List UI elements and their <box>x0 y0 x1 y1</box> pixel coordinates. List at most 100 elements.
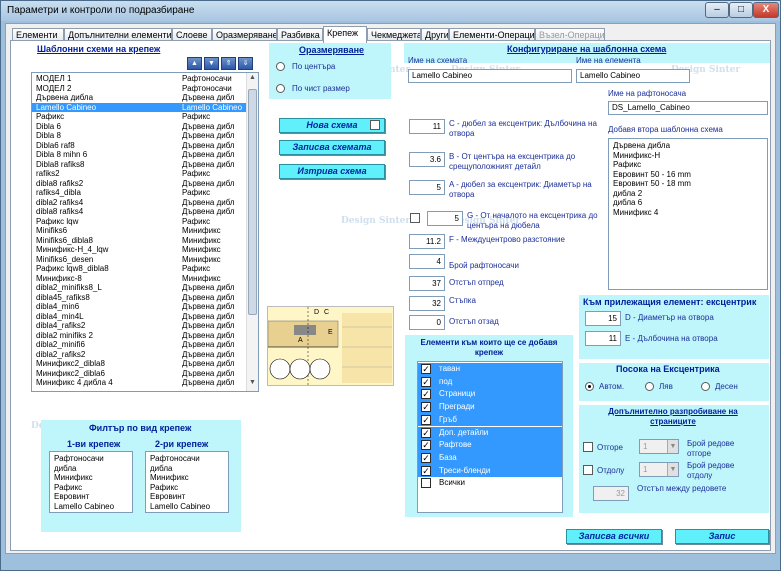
scheme-row[interactable]: Рафикс Рафикс <box>32 112 246 122</box>
move-down-icon[interactable]: ▼ <box>204 57 219 70</box>
scheme-row[interactable]: Lamello Cabineo Lamello Cabineo <box>32 102 246 112</box>
new-scheme-checkbox[interactable] <box>370 120 380 130</box>
scheme-row[interactable]: Dibla6 raf8 Дървена дибл <box>32 141 246 151</box>
scheme-row[interactable]: Минификс-8 Минификс <box>32 274 246 284</box>
scheme-row[interactable]: dibla2 rafiks4 Дървена дибл <box>32 198 246 208</box>
element-option[interactable]: ✓ Доп. детайли <box>418 426 562 440</box>
write-button[interactable]: Запис <box>675 529 769 544</box>
scheme-row[interactable]: dibla2_rafiks2 Дървена дибл <box>32 350 246 360</box>
second-scheme-item[interactable]: Рафикс <box>609 160 767 170</box>
element-checkbox[interactable]: ✓ <box>421 452 431 463</box>
element-option[interactable]: ✓ под <box>418 375 562 389</box>
scheme-row[interactable]: Минификс 4 дибла 4 Дървена дибл <box>32 378 246 388</box>
list-scrollbar[interactable]: ▲ ▼ <box>246 73 258 391</box>
scheme-row[interactable]: Minifiks6 Минификс <box>32 226 246 236</box>
eccentric-e-input[interactable]: 11 <box>585 331 621 346</box>
element-option[interactable]: ✓ Гръб <box>418 413 562 427</box>
filter-list-1[interactable]: Рафтоносачи дибла Минификс Рафикс Евровинт La… <box>49 451 133 513</box>
filter-item[interactable]: Рафтоносачи <box>146 454 228 464</box>
shelf-name-input[interactable]: DS_Lamello_Cabineo <box>608 101 768 115</box>
extra-bottom-checkbox[interactable] <box>583 465 593 475</box>
scheme-row[interactable]: Минификс2_dibla6 Дървена дибл <box>32 369 246 379</box>
front-offset-input[interactable]: 37 <box>409 276 445 291</box>
scheme-row[interactable]: МОДЕЛ 2 Рафтоносачи <box>32 84 246 94</box>
second-scheme-list[interactable]: Дървена дибла Минификс-Н Рафикс Евровинт 50… <box>608 138 768 290</box>
scheme-name-input[interactable]: Lamello Cabineo <box>408 69 572 83</box>
minimize-button[interactable]: – <box>705 2 729 18</box>
scheme-row[interactable]: Минификс2_dibla8 Дървена дибл <box>32 359 246 369</box>
filter-item[interactable]: Евровинт <box>146 492 228 502</box>
param-f-input[interactable]: 11.2 <box>409 234 445 249</box>
scheme-row[interactable]: Minifiks6_dibla8 Минификс <box>32 236 246 246</box>
direction-right-radio[interactable] <box>701 382 710 391</box>
move-top-icon[interactable]: ⇑ <box>221 57 236 70</box>
scroll-thumb[interactable] <box>248 89 257 315</box>
element-checkbox[interactable]: ✓ <box>421 414 431 425</box>
schemes-list[interactable]: МОДЕЛ 1 Рафтоносачи МОДЕЛ 2 Рафтоносачи Дърв… <box>31 72 259 392</box>
scheme-row[interactable]: dibla8 rafiks4 Дървена дибл <box>32 207 246 217</box>
scheme-row[interactable]: rafiks2 Рафикс <box>32 169 246 179</box>
filter-item[interactable]: Рафикс <box>50 483 132 493</box>
scheme-row[interactable]: dibla2_minifi6 Дървена дибл <box>32 340 246 350</box>
direction-left-radio[interactable] <box>645 382 654 391</box>
second-scheme-item[interactable]: Минификс-Н <box>609 151 767 161</box>
filter-item[interactable]: Минификс <box>146 473 228 483</box>
scheme-row[interactable]: Dibla 6 Дървена дибл <box>32 122 246 132</box>
param-c-input[interactable]: 11 <box>409 119 445 134</box>
maximize-button[interactable]: □ <box>729 2 753 18</box>
second-scheme-item[interactable]: Евровинт 50 - 16 mm <box>609 170 767 180</box>
save-all-button[interactable]: Записва всички <box>566 529 662 544</box>
element-option[interactable]: ✓ Рафтове <box>418 439 562 452</box>
scheme-row[interactable]: Дървена дибла Дървена дибл <box>32 93 246 103</box>
scheme-row[interactable]: Рафикс lqw Рафикс <box>32 217 246 227</box>
element-option[interactable]: ✓ Треси-бленди <box>418 464 562 478</box>
param-g-input[interactable]: 5 <box>427 211 463 226</box>
element-option[interactable]: ✓ таван <box>418 363 562 376</box>
elements-list[interactable]: ✓ таван ✓ под ✓ Страници ✓ Прегради ✓ Гръб ✓ Доп. д… <box>417 361 563 513</box>
save-scheme-button[interactable]: Записва схемата <box>279 140 385 155</box>
scheme-row[interactable]: Dibla8 rafiks8 Дървена дибл <box>32 160 246 170</box>
scheme-row[interactable]: dibla4_min6 Дървена дибл <box>32 302 246 312</box>
scheme-row[interactable]: Minifiks6_desen Минификс <box>32 255 246 265</box>
element-option[interactable]: ✓ База <box>418 451 562 465</box>
filter-item[interactable]: Lamello Cabineo <box>146 502 228 512</box>
filter-item[interactable]: Минификс <box>50 473 132 483</box>
scheme-row[interactable]: МОДЕЛ 1 Рафтоносачи <box>32 74 246 84</box>
second-scheme-item[interactable]: дибла 2 <box>609 189 767 199</box>
extra-top-checkbox[interactable] <box>583 442 593 452</box>
direction-auto-radio[interactable] <box>585 382 594 391</box>
filter-item[interactable]: Lamello Cabineo <box>50 502 132 512</box>
second-scheme-item[interactable]: Дървена дибла <box>609 141 767 151</box>
scheme-row[interactable]: dibla8 rafiks2 Дървена дибл <box>32 179 246 189</box>
scheme-row[interactable]: dibla2_minifiks8_L Дървена дибл <box>32 283 246 293</box>
element-checkbox[interactable]: ✓ <box>421 440 431 451</box>
param-g-checkbox[interactable] <box>410 213 420 223</box>
element-checkbox[interactable]: ✓ <box>421 389 431 400</box>
eccentric-d-input[interactable]: 15 <box>585 311 621 326</box>
scheme-row[interactable]: dibla45_rafiks8 Дървена дибл <box>32 293 246 303</box>
element-checkbox[interactable]: ✓ <box>421 402 431 413</box>
element-option[interactable]: ✓ Страници <box>418 388 562 402</box>
move-up-icon[interactable]: ▲ <box>187 57 202 70</box>
scheme-row[interactable]: Dibla 8 Дървена дибл <box>32 131 246 141</box>
filter-item[interactable]: Рафикс <box>146 483 228 493</box>
delete-scheme-button[interactable]: Изтрива схема <box>279 164 385 179</box>
param-a-input[interactable]: 5 <box>409 180 445 195</box>
element-checkbox[interactable]: ✓ <box>421 364 431 374</box>
element-checkbox[interactable]: ✓ <box>421 427 431 438</box>
second-scheme-item[interactable]: Минификс 4 <box>609 208 767 218</box>
sizing-center-radio[interactable] <box>276 62 285 71</box>
scroll-up-icon[interactable]: ▲ <box>248 74 257 84</box>
second-scheme-item[interactable]: Евровинт 50 - 18 mm <box>609 179 767 189</box>
element-name-input[interactable]: Lamello Cabineo <box>576 69 690 83</box>
scheme-row[interactable]: Dibla 8 mihn 6 Дървена дибл <box>32 150 246 160</box>
scheme-row[interactable]: dibla2 minifiks 2 Дървена дибл <box>32 331 246 341</box>
element-checkbox[interactable]: ✓ <box>421 465 431 476</box>
scheme-row[interactable]: Минификс-Н_4_lqw Минификс <box>32 245 246 255</box>
element-checkbox[interactable] <box>421 478 431 489</box>
filter-item[interactable]: дибла <box>50 464 132 474</box>
scheme-row[interactable]: Рафикс lqw8_dibla8 Рафикс <box>32 264 246 274</box>
new-scheme-button[interactable]: Нова схема <box>279 118 385 133</box>
chevron-down-icon[interactable]: ▼ <box>667 463 678 476</box>
param-b-input[interactable]: 3.6 <box>409 152 445 167</box>
